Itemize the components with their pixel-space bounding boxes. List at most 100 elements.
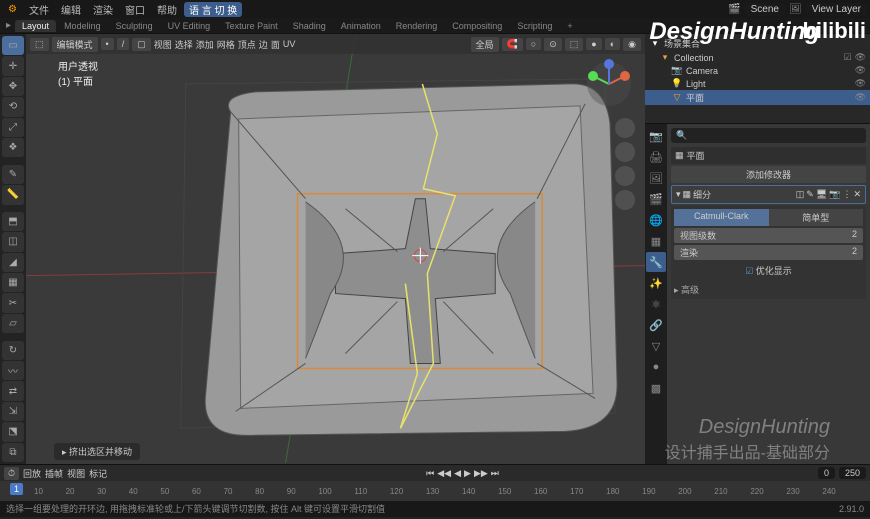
render-levels-slider[interactable]: 渲染 2 — [674, 245, 863, 260]
ws-tab-compositing[interactable]: Compositing — [445, 20, 509, 32]
jump-end-icon[interactable]: ⏭ — [491, 468, 499, 479]
vp-menu-add[interactable]: 添加 — [196, 38, 214, 51]
ptab-particles[interactable]: ✨ — [646, 273, 666, 293]
tool-bevel[interactable]: ◢ — [2, 253, 24, 272]
ws-tab-sculpting[interactable]: Sculpting — [109, 20, 160, 32]
timeline-ruler[interactable]: 1 102030 405060 708090 100110120 1301401… — [0, 481, 870, 501]
ws-tab-modeling[interactable]: Modeling — [57, 20, 108, 32]
outliner-collection-row[interactable]: ▾ Collection ☑👁 — [645, 51, 870, 64]
ws-tab-texture[interactable]: Texture Paint — [218, 20, 285, 32]
tool-cursor[interactable]: ✛ — [2, 56, 24, 75]
frame-start-input[interactable]: 0 — [818, 467, 835, 479]
menu-lang-tab[interactable]: 语 言 切 换 — [184, 2, 242, 17]
ptab-render[interactable]: 📷 — [646, 126, 666, 146]
simple-tab[interactable]: 简单型 — [769, 209, 864, 226]
ptab-material[interactable]: ● — [646, 357, 666, 377]
optimal-display-checkbox[interactable]: ☑ 优化显示 — [674, 264, 863, 277]
edge-select-mode[interactable]: / — [117, 38, 130, 50]
ptab-output[interactable]: 🖨 — [646, 147, 666, 167]
ptab-texture[interactable]: ▩ — [646, 378, 666, 398]
tool-annotate[interactable]: ✎ — [2, 165, 24, 184]
tool-select[interactable]: ▭ — [2, 36, 24, 55]
tool-spin[interactable]: ↻ — [2, 341, 24, 360]
eye-icon[interactable]: 👁 — [855, 52, 866, 63]
eye-icon[interactable]: 👁 — [855, 92, 866, 103]
advanced-panel[interactable]: ▸ 高级 — [674, 283, 863, 296]
frame-end-input[interactable]: 250 — [839, 467, 866, 479]
tool-loopcut[interactable]: ▦ — [2, 273, 24, 292]
tool-transform[interactable]: ❖ — [2, 138, 24, 157]
ptab-world[interactable]: 🌐 — [646, 210, 666, 230]
expand-icon[interactable]: ▾ — [676, 189, 681, 200]
menu-edit[interactable]: 编辑 — [56, 2, 86, 17]
ptab-scene[interactable]: 🎬 — [646, 189, 666, 209]
vp-menu-vertex[interactable]: 顶点 — [238, 38, 256, 51]
modifier-header[interactable]: ▾ ▦ 细分 ◫ ✎ 🖥 📷 ⋮ ✕ — [671, 185, 866, 204]
tl-view[interactable]: 视图 — [67, 467, 85, 480]
tool-rotate[interactable]: ⟲ — [2, 97, 24, 116]
tool-shear[interactable]: ⬔ — [2, 422, 24, 441]
tool-knife[interactable]: ✂ — [2, 293, 24, 312]
vp-menu-edge[interactable]: 边 — [259, 38, 268, 51]
tool-rip[interactable]: ⧉ — [2, 443, 24, 462]
ptab-constraints[interactable]: 🔗 — [646, 315, 666, 335]
tl-playback[interactable]: 回放 — [23, 467, 41, 480]
object-breadcrumb[interactable]: ▦ 平面 — [671, 147, 866, 164]
timeline-editor-icon[interactable]: ⏱ — [4, 467, 19, 480]
ws-tab-uv[interactable]: UV Editing — [161, 20, 218, 32]
face-select-mode[interactable]: ▢ — [132, 38, 151, 51]
ws-tab-shading[interactable]: Shading — [286, 20, 333, 32]
current-frame-marker[interactable]: 1 — [10, 483, 23, 495]
tool-inset[interactable]: ◫ — [2, 232, 24, 251]
orientation-dropdown[interactable]: 全局 — [471, 37, 499, 52]
vp-menu-face[interactable]: 面 — [271, 38, 280, 51]
tool-slide[interactable]: ⇄ — [2, 381, 24, 400]
operator-status[interactable]: ▸ 挤出选区并移动 — [54, 443, 140, 460]
scene-name-input[interactable]: Scene — [745, 3, 785, 16]
mod-menu-icon[interactable]: ⋮ — [842, 189, 851, 200]
ws-tab-animation[interactable]: Animation — [334, 20, 388, 32]
tl-keying[interactable]: 插帧 — [45, 467, 63, 480]
blender-logo-icon[interactable]: ⚙ — [3, 4, 22, 15]
play-icon[interactable]: ▶ — [464, 468, 471, 479]
menu-help[interactable]: 帮助 — [152, 2, 182, 17]
workspace-icon[interactable]: ▸ — [3, 20, 14, 31]
pan-icon[interactable] — [615, 142, 635, 162]
outliner-item-camera[interactable]: 📷 Camera 👁 — [645, 64, 870, 77]
tool-move[interactable]: ✥ — [2, 77, 24, 96]
ptab-viewlayer[interactable]: 🖼 — [646, 168, 666, 188]
mod-realtime-icon[interactable]: 🖥 — [816, 189, 827, 200]
ptab-physics[interactable]: ⚛ — [646, 294, 666, 314]
keyframe-prev-icon[interactable]: ◀◀ — [437, 468, 451, 479]
vp-menu-mesh[interactable]: 网格 — [217, 38, 235, 51]
checkbox-icon[interactable]: ☑ — [843, 52, 851, 63]
tool-measure[interactable]: 📏 — [2, 185, 24, 204]
camera-icon[interactable] — [615, 166, 635, 186]
mode-dropdown[interactable]: 编辑模式 — [52, 37, 98, 52]
tool-smooth[interactable]: 〰 — [2, 361, 24, 380]
vp-menu-view[interactable]: 视图 — [154, 38, 172, 51]
keyframe-next-icon[interactable]: ▶▶ — [474, 468, 488, 479]
tool-scale[interactable]: ⤢ — [2, 118, 24, 137]
outliner-item-plane[interactable]: ▽ 平面 👁 — [645, 90, 870, 105]
shading-matcap-icon[interactable]: ◐ — [605, 38, 620, 50]
outliner-item-light[interactable]: 💡 Light 👁 — [645, 77, 870, 90]
ortho-icon[interactable] — [615, 190, 635, 210]
mod-edit-icon[interactable]: ✎ — [806, 189, 814, 200]
snap-toggle[interactable]: 🧲 — [502, 38, 523, 51]
viewlayer-input[interactable]: View Layer — [806, 3, 867, 16]
ws-tab-rendering[interactable]: Rendering — [389, 20, 445, 32]
proportional-toggle[interactable]: ○ — [526, 38, 541, 50]
props-search[interactable]: 🔍 — [671, 128, 866, 143]
vp-menu-select[interactable]: 选择 — [175, 38, 193, 51]
zoom-icon[interactable] — [615, 118, 635, 138]
overlay-toggle[interactable]: ⊙ — [544, 38, 562, 51]
vp-menu-uv[interactable]: UV — [283, 39, 296, 49]
ptab-modifier[interactable]: 🔧 — [646, 252, 666, 272]
add-modifier-dropdown[interactable]: 添加修改器 — [671, 166, 866, 183]
tool-shrink[interactable]: ⇲ — [2, 402, 24, 421]
mod-close-icon[interactable]: ✕ — [853, 189, 861, 200]
mod-render-icon[interactable]: 📷 — [829, 189, 840, 200]
eye-icon[interactable]: 👁 — [855, 65, 866, 76]
tl-marker[interactable]: 标记 — [89, 467, 107, 480]
